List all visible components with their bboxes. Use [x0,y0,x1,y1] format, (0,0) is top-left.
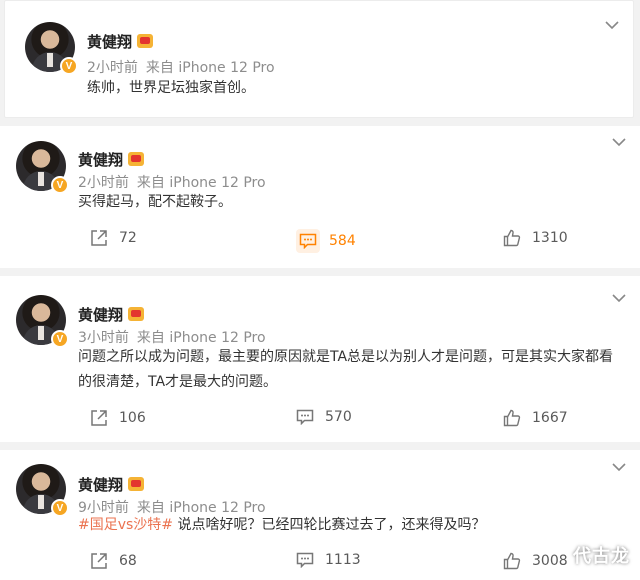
avatar[interactable]: V [25,22,78,75]
comment-button[interactable]: 584 [296,229,356,253]
post-content: 买得起马，配不起鞍子。 [78,194,232,210]
post-time[interactable]: 2小时前 [78,175,129,191]
like-icon [503,409,521,427]
post-content-line: 问题之所以成为问题，最主要的原因就是TA总是以为别人才是问题，可是其实大家都看 [78,349,614,365]
chevron-down-icon[interactable] [612,294,626,304]
post-actions: 68 1113 3008 [0,552,640,580]
comment-count: 584 [329,233,356,249]
author-name-row: 黄健翔 [78,304,145,325]
post-actions: 106 570 1667 [0,409,640,437]
like-button[interactable]: 1667 [503,409,568,427]
chevron-down-icon[interactable] [612,138,626,148]
like-count: 3008 [532,553,568,569]
post-content: #国足vs沙特# 说点啥好呢？已经四轮比赛过去了，还来得及吗？ [78,513,486,538]
post-time[interactable]: 2小时前 [87,60,138,76]
weibo-post-3: V 黄健翔 3小时前 来自 iPhone 12 Pro 问题之所以成为问题，最主要… [0,276,640,442]
like-count: 1667 [532,410,568,426]
chevron-down-icon[interactable] [605,21,619,31]
author-name-row: 黄健翔 [78,149,145,170]
watermark: 代古龙 [573,546,630,567]
weibo-post-1: V 黄健翔 2小时前 来自 iPhone 12 Pro 练帅，世界足坛独家首创。 [4,0,634,118]
topic-link[interactable]: #国足vs沙特# [78,517,173,533]
author-name[interactable]: 黄健翔 [87,33,132,51]
share-icon [91,410,107,426]
post-actions: 72 584 1310 [0,229,640,257]
share-count: 68 [119,553,137,569]
author-name-row: 黄健翔 [78,474,145,495]
comment-icon [296,229,320,253]
chevron-down-icon[interactable] [612,463,626,473]
share-count: 72 [119,230,137,246]
like-button[interactable]: 1310 [503,229,568,247]
post-source: 来自 iPhone 12 Pro [136,175,266,191]
member-icon [128,152,145,166]
weibo-post-4: V 黄健翔 9小时前 来自 iPhone 12 Pro #国足vs沙特# 说点啥好… [0,450,640,580]
like-button[interactable]: 3008 [503,552,568,570]
share-icon [91,230,107,246]
member-icon [128,307,145,321]
share-button[interactable]: 106 [90,409,146,427]
member-icon [137,34,154,48]
avatar[interactable]: V [16,464,69,517]
avatar[interactable]: V [16,141,69,194]
post-source: 来自 iPhone 12 Pro [136,330,266,346]
post-meta: 2小时前 来自 iPhone 12 Pro [87,57,283,77]
post-meta: 2小时前 来自 iPhone 12 Pro [78,172,274,192]
share-button[interactable]: 72 [90,229,137,247]
verified-icon: V [51,499,69,517]
post-time[interactable]: 3小时前 [78,330,129,346]
author-name[interactable]: 黄健翔 [78,306,123,324]
verified-icon: V [51,176,69,194]
post-content-line: 的很清楚，TA才是最大的问题。 [78,374,278,390]
comment-count: 570 [325,409,352,425]
comment-button[interactable]: 1113 [296,552,361,568]
author-name[interactable]: 黄健翔 [78,476,123,494]
weibo-post-2: V 黄健翔 2小时前 来自 iPhone 12 Pro 买得起马，配不起鞍子。 7… [0,126,640,268]
like-count: 1310 [532,230,568,246]
comment-icon [296,552,314,568]
author-name-row: 黄健翔 [87,31,154,52]
verified-icon: V [51,330,69,348]
share-icon [91,553,107,569]
post-content: 问题之所以成为问题，最主要的原因就是TA总是以为别人才是问题，可是其实大家都看 … [78,345,628,395]
share-button[interactable]: 68 [90,552,137,570]
post-content: 练帅，世界足坛独家首创。 [87,80,255,96]
comment-button[interactable]: 570 [296,409,352,425]
post-source: 来自 iPhone 12 Pro [145,60,275,76]
verified-icon: V [60,57,78,75]
avatar[interactable]: V [16,295,69,348]
share-count: 106 [119,410,146,426]
comment-count: 1113 [325,552,361,568]
comment-icon [296,409,314,425]
post-meta: 3小时前 来自 iPhone 12 Pro [78,327,274,347]
like-icon [503,552,521,570]
post-text: 说点啥好呢？已经四轮比赛过去了，还来得及吗？ [173,517,486,533]
like-icon [503,229,521,247]
author-name[interactable]: 黄健翔 [78,151,123,169]
member-icon [128,477,145,491]
